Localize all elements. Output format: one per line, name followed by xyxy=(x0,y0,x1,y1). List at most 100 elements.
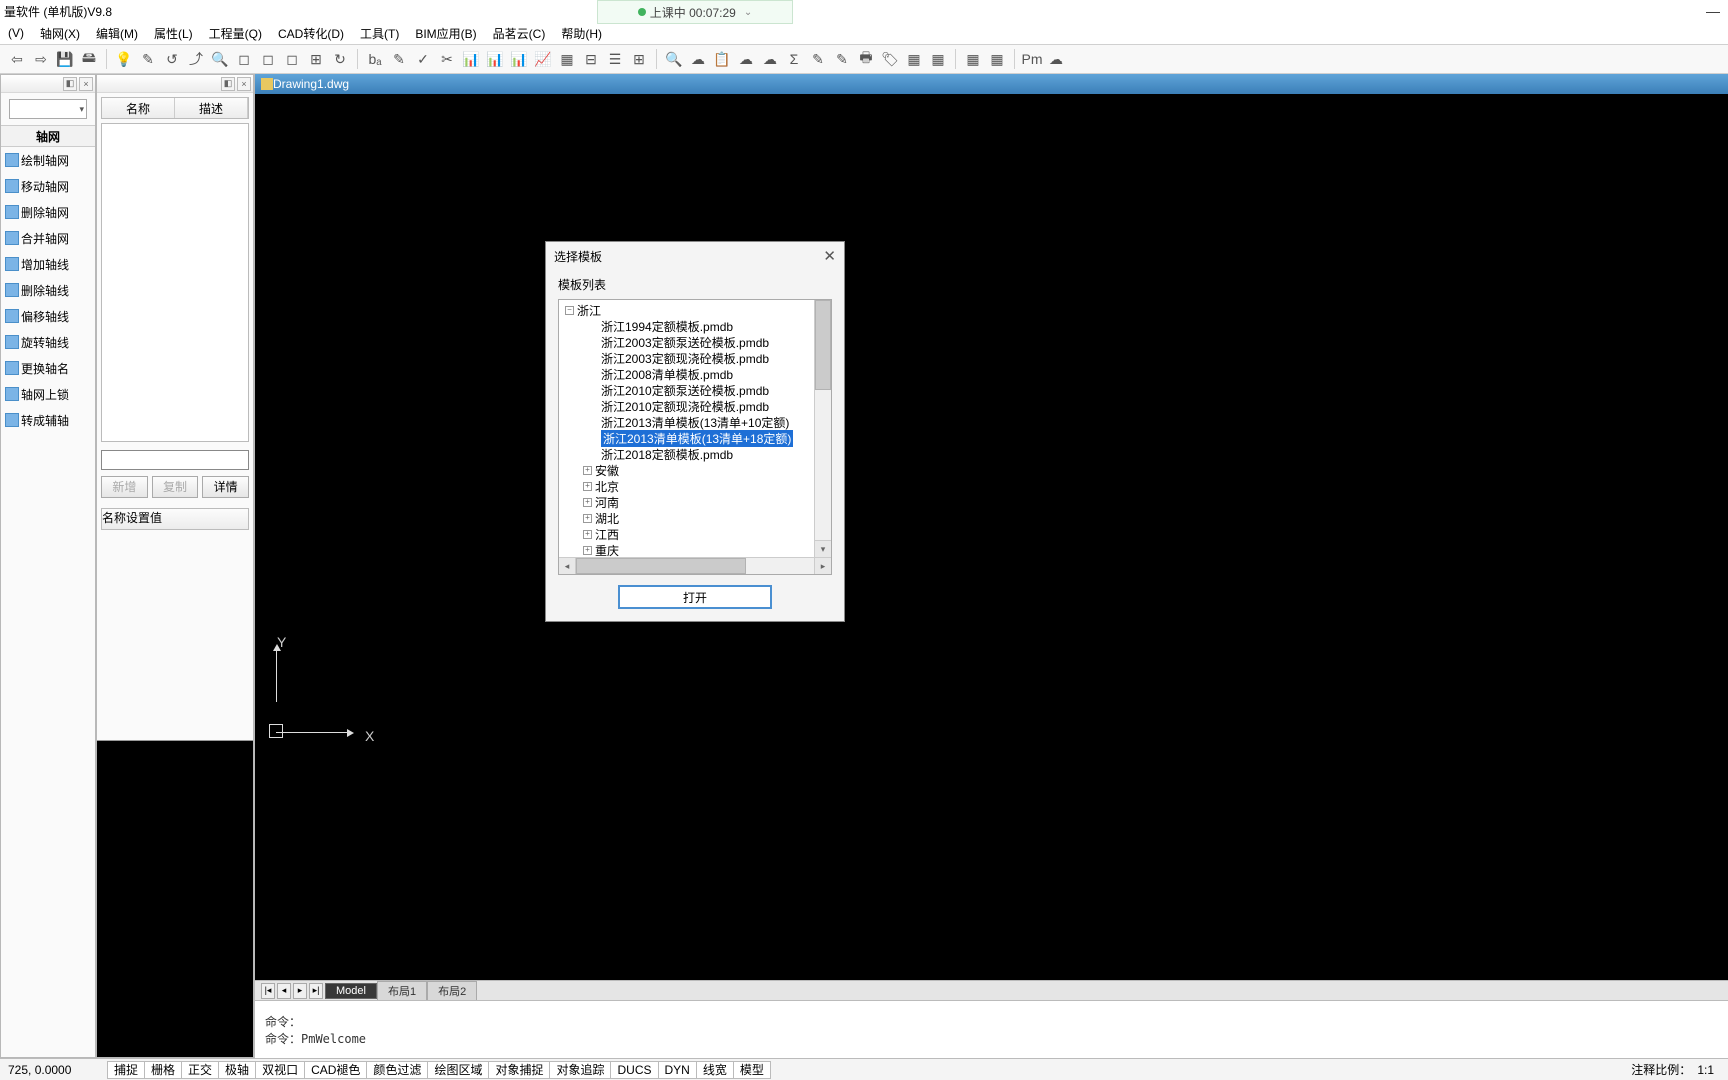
tree-expander-icon[interactable]: + xyxy=(583,482,592,491)
menu-item[interactable]: 属性(L) xyxy=(146,22,201,44)
toolbar-button[interactable]: ✎ xyxy=(807,48,829,70)
tab-layout1[interactable]: 布局1 xyxy=(377,981,427,1001)
toolbar-button[interactable]: ▦ xyxy=(986,48,1008,70)
toolbar-button[interactable]: ⊞ xyxy=(628,48,650,70)
toolbar-button[interactable]: ▦ xyxy=(556,48,578,70)
scroll-thumb[interactable] xyxy=(815,300,831,390)
axis-tool[interactable]: 绘制轴网 xyxy=(1,147,95,173)
tree-node[interactable]: 浙江2013清单模板(13清单+10定额) xyxy=(563,414,810,430)
tab-next-icon[interactable]: ▸ xyxy=(293,983,307,999)
scroll-left-icon[interactable]: ◂ xyxy=(559,558,576,575)
toolbar-button[interactable]: ↻ xyxy=(329,48,351,70)
toolbar-button[interactable]: Pm xyxy=(1021,48,1043,70)
tree-expander-icon[interactable]: − xyxy=(565,306,574,315)
toolbar-button[interactable]: 🔍 xyxy=(209,48,231,70)
status-mode[interactable]: 捕捉 xyxy=(107,1061,145,1079)
toolbar-button[interactable]: 📋 xyxy=(711,48,733,70)
toolbar-button[interactable]: ▦ xyxy=(962,48,984,70)
toolbar-button[interactable]: ⇦ xyxy=(6,48,28,70)
open-button[interactable]: 打开 xyxy=(618,585,772,609)
toolbar-button[interactable]: ◻ xyxy=(281,48,303,70)
col-desc[interactable]: 描述 xyxy=(175,98,248,118)
toolbar-button[interactable]: 🏷 xyxy=(879,48,901,70)
toolbar-button[interactable]: ✎ xyxy=(388,48,410,70)
axis-tool[interactable]: 旋转轴线 xyxy=(1,329,95,355)
axis-tool[interactable]: 增加轴线 xyxy=(1,251,95,277)
tab-first-icon[interactable]: |◂ xyxy=(261,983,275,999)
template-tree[interactable]: −浙江浙江1994定额模板.pmdb浙江2003定额泵送砼模板.pmdb浙江20… xyxy=(558,299,832,575)
tree-node[interactable]: 浙江2010定额现浇砼模板.pmdb xyxy=(563,398,810,414)
axis-tool[interactable]: 转成辅轴 xyxy=(1,407,95,433)
menu-item[interactable]: 轴网(X) xyxy=(32,22,88,44)
menu-item[interactable]: 编辑(M) xyxy=(88,22,146,44)
status-mode[interactable]: 绘图区域 xyxy=(427,1061,489,1079)
tree-node[interactable]: −浙江 xyxy=(563,302,810,318)
status-mode[interactable]: 双视口 xyxy=(255,1061,305,1079)
anno-scale[interactable]: 1:1 xyxy=(1691,1063,1720,1077)
status-mode[interactable]: 模型 xyxy=(733,1061,771,1079)
toolbar-button[interactable]: bₐ xyxy=(364,48,386,70)
tree-expander-icon[interactable]: + xyxy=(583,498,592,507)
axis-name-input[interactable] xyxy=(101,450,249,470)
new-button[interactable]: 新增 xyxy=(101,476,148,498)
menu-item[interactable]: 品茗云(C) xyxy=(485,22,554,44)
copy-button[interactable]: 复制 xyxy=(152,476,199,498)
toolbar-button[interactable]: 📊 xyxy=(484,48,506,70)
toolbar-button[interactable]: 🖴 xyxy=(78,48,100,70)
tree-node[interactable]: +河南 xyxy=(563,494,810,510)
menu-item[interactable]: BIM应用(B) xyxy=(407,22,484,44)
toolbar-button[interactable]: 🖶 xyxy=(855,48,877,70)
panel-close-icon[interactable]: × xyxy=(237,77,251,91)
panel-close-icon[interactable]: × xyxy=(79,77,93,91)
toolbar-button[interactable]: 📊 xyxy=(460,48,482,70)
toolbar-button[interactable]: ✓ xyxy=(412,48,434,70)
axis-tool[interactable]: 移动轴网 xyxy=(1,173,95,199)
drawing-canvas[interactable]: Y X xyxy=(255,94,1728,980)
command-area[interactable]: 命令： 命令：PmWelcome xyxy=(255,1000,1728,1058)
toolbar-button[interactable]: 📈 xyxy=(532,48,554,70)
axis-tool[interactable]: 偏移轴线 xyxy=(1,303,95,329)
tree-node[interactable]: 浙江2013清单模板(13清单+18定额) xyxy=(563,430,810,446)
toolbar-button[interactable]: ☁ xyxy=(1045,48,1067,70)
tab-last-icon[interactable]: ▸| xyxy=(309,983,323,999)
status-mode[interactable]: CAD褪色 xyxy=(304,1061,367,1079)
toolbar-button[interactable]: ▦ xyxy=(927,48,949,70)
toolbar-button[interactable]: ◻ xyxy=(233,48,255,70)
vertical-scrollbar[interactable]: ▾ xyxy=(814,300,831,557)
col-name2[interactable]: 名称 xyxy=(102,509,126,529)
toolbar-button[interactable]: ▦ xyxy=(903,48,925,70)
toolbar-button[interactable]: ⤴ xyxy=(185,48,207,70)
toolbar-button[interactable]: ↺ xyxy=(161,48,183,70)
tree-node[interactable]: 浙江2010定额泵送砼模板.pmdb xyxy=(563,382,810,398)
toolbar-button[interactable]: ☁ xyxy=(759,48,781,70)
status-mode[interactable]: DYN xyxy=(658,1061,697,1079)
minimize-button[interactable]: — xyxy=(1706,3,1720,19)
status-mode[interactable]: 极轴 xyxy=(218,1061,256,1079)
scroll-thumb[interactable] xyxy=(576,558,746,574)
tree-node[interactable]: 浙江2003定额现浇砼模板.pmdb xyxy=(563,350,810,366)
menu-item[interactable]: 工程量(Q) xyxy=(201,22,270,44)
status-mode[interactable]: 线宽 xyxy=(696,1061,734,1079)
menu-item[interactable]: 工具(T) xyxy=(352,22,407,44)
tree-expander-icon[interactable]: + xyxy=(583,466,592,475)
tab-layout2[interactable]: 布局2 xyxy=(427,981,477,1001)
tree-node[interactable]: +江西 xyxy=(563,526,810,542)
detail-button[interactable]: 详情 xyxy=(202,476,249,498)
toolbar-button[interactable]: ⇨ xyxy=(30,48,52,70)
class-timer[interactable]: 上课中 00:07:29 ⌄ xyxy=(597,0,793,24)
tree-node[interactable]: +安徽 xyxy=(563,462,810,478)
tree-node[interactable]: +北京 xyxy=(563,478,810,494)
toolbar-button[interactable]: ☰ xyxy=(604,48,626,70)
toolbar-button[interactable]: Σ xyxy=(783,48,805,70)
status-mode[interactable]: 对象捕捉 xyxy=(488,1061,550,1079)
status-mode[interactable]: DUCS xyxy=(610,1061,658,1079)
close-icon[interactable]: ✕ xyxy=(823,247,836,265)
tab-model[interactable]: Model xyxy=(325,983,377,999)
status-mode[interactable]: 颜色过滤 xyxy=(366,1061,428,1079)
toolbar-button[interactable]: ◻ xyxy=(257,48,279,70)
scroll-down-icon[interactable]: ▾ xyxy=(815,540,831,557)
tree-node[interactable]: 浙江2018定额模板.pmdb xyxy=(563,446,810,462)
tree-expander-icon[interactable]: + xyxy=(583,530,592,539)
toolbar-button[interactable]: ✎ xyxy=(831,48,853,70)
panel-pin-icon[interactable]: ◧ xyxy=(63,77,77,91)
